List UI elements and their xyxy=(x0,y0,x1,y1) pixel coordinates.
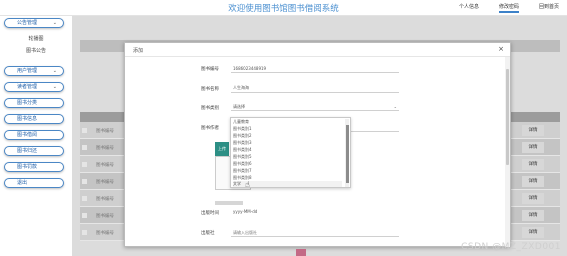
detail-button[interactable]: 详情 xyxy=(522,227,544,238)
publisher-label: 出版社 xyxy=(201,231,215,236)
scrollbar-thumb[interactable] xyxy=(345,125,349,183)
sidebar-item-readers[interactable]: 读者管理 ⌄ xyxy=(4,82,64,92)
dropdown-option[interactable]: 图书类别5 xyxy=(233,154,342,160)
row-cell: 图书编号 xyxy=(96,146,114,151)
book-category-select[interactable]: 请选择 ⌄ xyxy=(231,102,399,111)
row-checkbox[interactable] xyxy=(82,179,87,184)
publish-date-label: 出版时间 xyxy=(201,211,219,216)
watermark: CSDN @MZ_ZXD001 xyxy=(461,242,561,252)
progress-strip xyxy=(215,201,243,205)
chevron-down-icon: ⌄ xyxy=(393,104,397,109)
row-checkbox[interactable] xyxy=(82,213,87,218)
book-cover-thumbnail xyxy=(296,249,306,256)
scrollbar-thumb[interactable] xyxy=(506,69,509,165)
chevron-down-icon: ⌄ xyxy=(52,84,57,90)
book-number-input[interactable] xyxy=(231,64,399,73)
top-header: 欢迎使用图书馆图书借阅系统 个人信息 修改密码 回到首页 xyxy=(0,0,567,16)
row-cell: 图书编号 xyxy=(96,197,114,202)
book-number-label: 图书编号 xyxy=(201,67,219,72)
upload-button[interactable]: 上传 xyxy=(215,142,229,156)
sidebar: 公告管理 ⌄ 轮播图 图书公告 用户管理 ⌄ 读者管理 ⌄ 图书分类 图书信息 … xyxy=(0,16,72,256)
dropdown-option[interactable]: 图书类别7 xyxy=(233,168,342,174)
sidebar-item-fine[interactable]: 图书罚款 xyxy=(4,162,64,172)
book-category-label: 图书类别 xyxy=(201,106,219,111)
sidebar-item-users[interactable]: 用户管理 ⌄ xyxy=(4,66,64,76)
home-link[interactable]: 回到首页 xyxy=(539,3,559,13)
category-dropdown-list: 儿童教育 图书类别1 图书类别2 图书类别3 图书类别4 图书类别5 图书类别6… xyxy=(230,117,351,188)
row-cell: 图书编号 xyxy=(96,214,114,219)
sidebar-item-book-category[interactable]: 图书分类 xyxy=(4,98,64,108)
top-links: 个人信息 修改密码 回到首页 xyxy=(459,3,559,13)
row-checkbox[interactable] xyxy=(82,196,87,201)
row-checkbox[interactable] xyxy=(82,162,87,167)
pointer-cursor-icon: ☝ xyxy=(245,180,250,189)
chevron-down-icon: ⌄ xyxy=(52,20,57,26)
dropdown-scrollbar[interactable] xyxy=(345,119,349,187)
select-value: 请选择 xyxy=(233,104,245,109)
sidebar-item-label: 读者管理 xyxy=(17,84,38,90)
dropdown-option[interactable]: 图书类别3 xyxy=(233,140,342,146)
profile-link[interactable]: 个人信息 xyxy=(459,3,479,13)
row-cell: 图书编号 xyxy=(96,129,114,134)
dropdown-option[interactable]: 图书类别6 xyxy=(233,161,342,167)
sidebar-item-label: 公告管理 xyxy=(17,20,38,26)
publish-date-input[interactable]: yyyy-MM-dd xyxy=(231,207,399,216)
detail-button[interactable]: 详情 xyxy=(522,210,544,221)
modal-header: 添加 × xyxy=(125,43,510,57)
sidebar-item-announcement[interactable]: 公告管理 ⌄ xyxy=(4,18,64,28)
sidebar-item-borrow[interactable]: 图书借阅 xyxy=(4,130,64,140)
detail-button[interactable]: 详情 xyxy=(522,193,544,204)
book-name-label: 图书名称 xyxy=(201,87,219,92)
publisher-input[interactable] xyxy=(231,228,399,237)
detail-button[interactable]: 详情 xyxy=(522,125,544,136)
chevron-down-icon: ⌄ xyxy=(52,68,57,74)
sidebar-item-book-info[interactable]: 图书信息 xyxy=(4,114,64,124)
sidebar-subitem-book-notice[interactable]: 图书公告 xyxy=(0,47,72,54)
modal-title: 添加 xyxy=(133,48,144,54)
dropdown-option[interactable]: 图书类别2 xyxy=(233,133,342,139)
dropdown-option[interactable]: 图书类别4 xyxy=(233,147,342,153)
row-checkbox[interactable] xyxy=(82,128,87,133)
sidebar-item-return[interactable]: 图书归还 xyxy=(4,146,64,156)
sidebar-item-label: 用户管理 xyxy=(17,68,38,74)
change-password-link[interactable]: 修改密码 xyxy=(498,3,519,13)
detail-button[interactable]: 详情 xyxy=(522,176,544,187)
detail-button[interactable]: 详情 xyxy=(522,159,544,170)
sidebar-item-logout[interactable]: 退出 xyxy=(4,178,64,188)
row-cell: 图书编号 xyxy=(96,231,114,236)
book-author-label: 图书作者 xyxy=(201,126,219,131)
row-cell: 图书编号 xyxy=(96,163,114,168)
sidebar-subitem-carousel[interactable]: 轮播图 xyxy=(0,35,72,42)
row-cell: 图书编号 xyxy=(96,180,114,185)
dropdown-option[interactable]: 儿童教育 xyxy=(233,119,342,125)
modal-scrollbar[interactable] xyxy=(505,57,510,247)
detail-button[interactable]: 详情 xyxy=(522,142,544,153)
close-icon[interactable]: × xyxy=(498,45,504,53)
book-name-input[interactable] xyxy=(231,84,399,93)
dropdown-option[interactable]: 图书类别1 xyxy=(233,126,342,132)
row-checkbox[interactable] xyxy=(82,230,87,235)
row-checkbox[interactable] xyxy=(82,145,87,150)
